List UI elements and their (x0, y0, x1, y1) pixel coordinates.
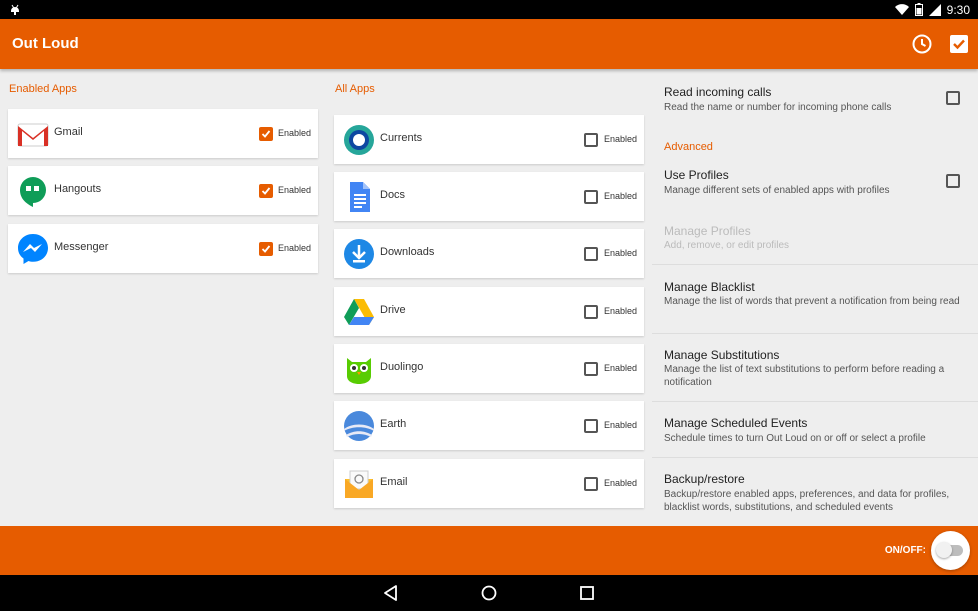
enabled-checkbox[interactable] (584, 305, 598, 319)
earth-icon (344, 411, 374, 441)
pref-summary: Schedule times to turn Out Loud on or of… (664, 433, 926, 444)
pref-backup-restore[interactable]: Backup/restore Backup/restore enabled ap… (652, 458, 978, 526)
enabled-label: Enabled (604, 191, 638, 201)
enabled-label: Enabled (604, 134, 638, 144)
app-name: Downloads (380, 246, 435, 258)
docs-icon (350, 182, 370, 212)
enabled-label: Enabled (278, 128, 312, 138)
app-title: Out Loud (12, 35, 79, 52)
app-row-downloads: Downloads Enabled (334, 229, 644, 278)
pref-summary: Read the name or number for incoming pho… (664, 102, 892, 113)
recents-icon[interactable] (578, 584, 596, 602)
app-row-currents: Currents Enabled (334, 115, 644, 164)
app-name: Earth (380, 418, 407, 430)
app-row-earth: Earth Enabled (334, 401, 644, 450)
select-all-check-icon[interactable] (947, 32, 971, 56)
email-icon (345, 470, 373, 498)
enabled-app-hangouts: Hangouts Enabled (8, 166, 318, 215)
switch-thumb (936, 542, 952, 558)
app-row-duolingo: Duolingo Enabled (334, 344, 644, 393)
pref-title: Manage Profiles (664, 224, 751, 238)
pref-summary: Manage the list of words that prevent a … (664, 296, 960, 307)
enabled-checkbox[interactable] (259, 242, 273, 256)
pref-manage-substitutions[interactable]: Manage Substitutions Manage the list of … (652, 334, 978, 402)
enabled-checkbox[interactable] (584, 133, 598, 147)
app-name: Gmail (54, 126, 83, 138)
enabled-label: Enabled (604, 478, 638, 488)
drive-icon (344, 299, 374, 325)
enabled-checkbox[interactable] (584, 190, 598, 204)
read-calls-checkbox[interactable] (946, 91, 960, 105)
wifi-icon (894, 3, 909, 15)
enabled-checkbox[interactable] (584, 419, 598, 433)
onoff-label: ON/OFF: (884, 545, 926, 556)
enabled-checkbox[interactable] (259, 184, 273, 198)
enabled-app-messenger: Messenger Enabled (8, 224, 318, 273)
app-row-docs: Docs Enabled (334, 172, 644, 221)
clock-time: 9:30 (946, 2, 970, 17)
app-name: Drive (380, 304, 406, 316)
advanced-header: Advanced (664, 141, 713, 153)
pref-manage-blacklist[interactable]: Manage Blacklist Manage the list of word… (652, 265, 978, 334)
signal-icon (928, 3, 941, 16)
enabled-checkbox[interactable] (584, 477, 598, 491)
enabled-label: Enabled (278, 185, 312, 195)
pref-summary: Manage the list of text substitutions to… (664, 364, 945, 388)
pref-title: Manage Blacklist (664, 280, 755, 294)
enabled-apps-header: Enabled Apps (9, 83, 77, 95)
pref-title: Backup/restore (664, 472, 745, 486)
enabled-label: Enabled (278, 243, 312, 253)
app-name: Currents (380, 132, 423, 144)
enabled-checkbox[interactable] (584, 362, 598, 376)
all-apps-header: All Apps (335, 83, 375, 95)
app-name: Docs (380, 189, 406, 201)
onoff-switch[interactable] (931, 531, 970, 570)
pref-summary: Manage different sets of enabled apps wi… (664, 185, 890, 196)
battery-icon (914, 3, 923, 16)
app-name: Hangouts (54, 183, 102, 195)
gmail-icon (17, 123, 49, 147)
duolingo-icon (347, 358, 371, 384)
pref-title: Use Profiles (664, 168, 729, 182)
enabled-checkbox[interactable] (259, 127, 273, 141)
app-bar: Out Loud (0, 19, 978, 69)
app-name: Messenger (54, 241, 109, 253)
enabled-label: Enabled (604, 306, 638, 316)
enabled-label: Enabled (604, 363, 638, 373)
back-icon[interactable] (382, 584, 400, 602)
android-debug-icon (11, 4, 19, 15)
bottom-bar: ON/OFF: (0, 526, 978, 575)
enabled-app-gmail: Gmail Enabled (8, 109, 318, 158)
app-row-email: Email Enabled (334, 459, 644, 508)
enabled-label: Enabled (604, 248, 638, 258)
messenger-icon (18, 234, 48, 264)
pref-manage-scheduled-events[interactable]: Manage Scheduled Events Schedule times t… (652, 402, 978, 458)
pref-summary: Add, remove, or edit profiles (664, 240, 790, 251)
enabled-checkbox[interactable] (584, 247, 598, 261)
app-name: Email (380, 476, 408, 488)
pref-manage-profiles: Manage Profiles Add, remove, or edit pro… (652, 210, 978, 265)
hangouts-icon (20, 177, 46, 207)
app-row-drive: Drive Enabled (334, 287, 644, 336)
status-bar: 9:30 (0, 0, 978, 19)
home-icon[interactable] (480, 584, 498, 602)
pref-summary: Backup/restore enabled apps, preferences… (664, 489, 950, 513)
pref-title: Read incoming calls (664, 85, 772, 99)
enabled-label: Enabled (604, 420, 638, 430)
use-profiles-checkbox[interactable] (946, 174, 960, 188)
pref-title: Manage Substitutions (664, 348, 780, 362)
pref-use-profiles[interactable]: Use Profiles Manage different sets of en… (652, 158, 978, 210)
navigation-bar (0, 575, 978, 611)
pref-title: Manage Scheduled Events (664, 416, 808, 430)
schedule-clock-icon[interactable] (910, 32, 934, 56)
downloads-icon (344, 239, 374, 269)
app-name: Duolingo (380, 361, 424, 373)
pref-read-incoming-calls[interactable]: Read incoming calls Read the name or num… (652, 69, 978, 126)
currents-icon (344, 125, 374, 155)
